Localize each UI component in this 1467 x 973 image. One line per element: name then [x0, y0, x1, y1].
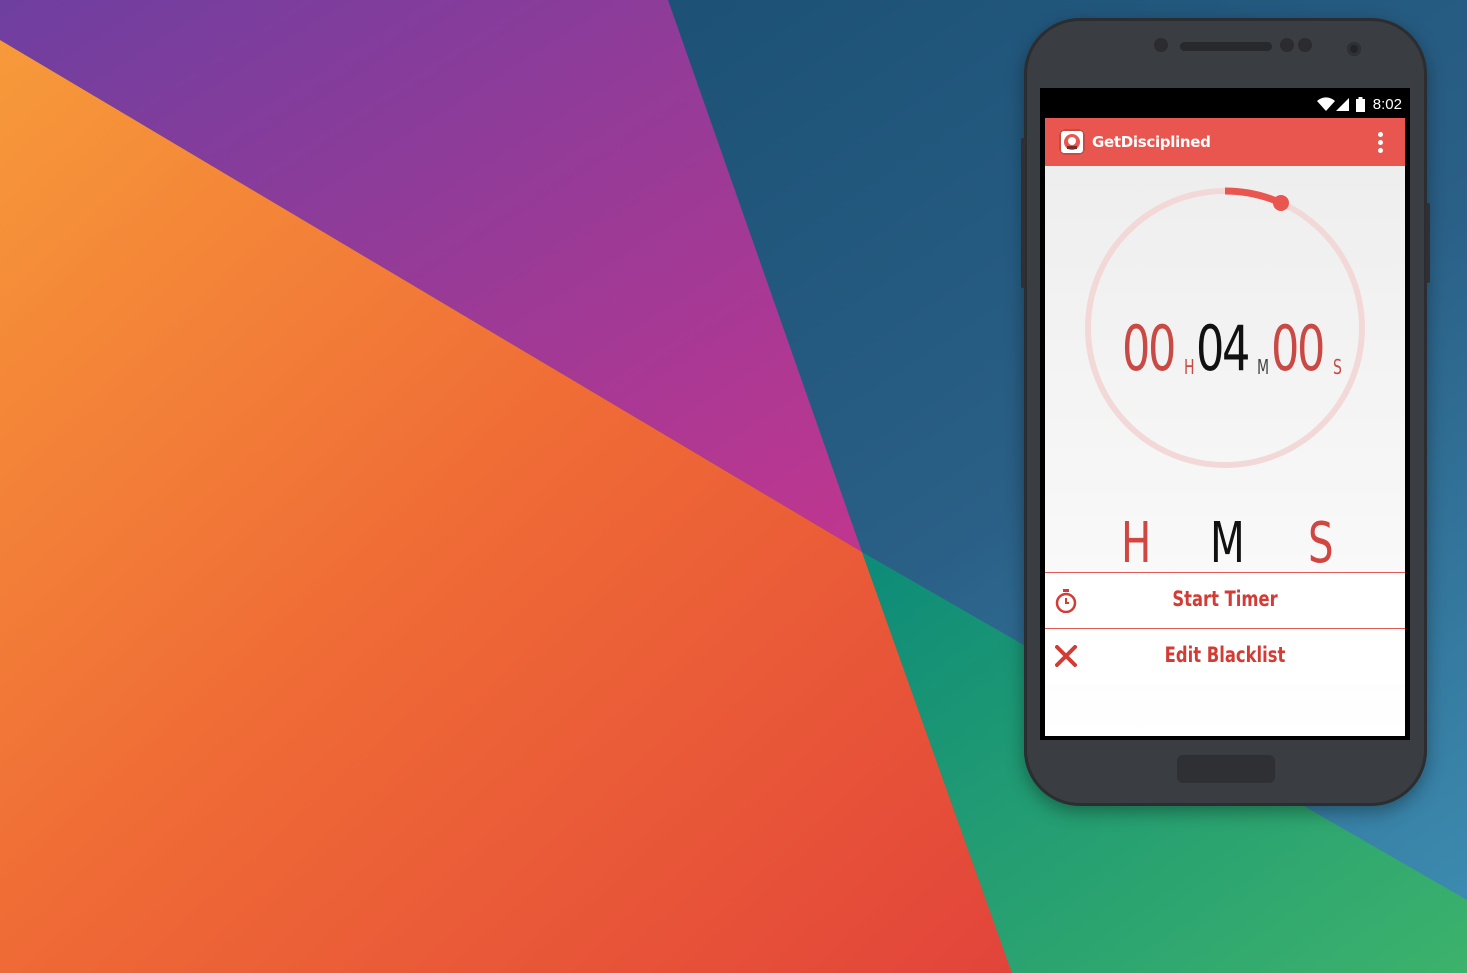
wifi-icon	[1317, 97, 1335, 111]
home-button[interactable]	[1177, 755, 1275, 783]
start-timer-button[interactable]: Start Timer	[1045, 572, 1405, 628]
unit-selector-minutes[interactable]: M	[1210, 516, 1245, 572]
minutes-value[interactable]: 04	[1196, 318, 1250, 380]
start-timer-label: Start Timer	[1172, 587, 1278, 611]
app-logo-icon[interactable]	[1059, 129, 1085, 155]
progress-ring-handle[interactable]	[1272, 194, 1289, 211]
edit-blacklist-button[interactable]: Edit Blacklist	[1045, 628, 1405, 684]
progress-ring-arc	[1224, 187, 1283, 207]
proximity-sensor	[1154, 38, 1168, 52]
seconds-value[interactable]: 00	[1271, 318, 1325, 380]
unit-selector-seconds[interactable]: S	[1308, 516, 1334, 572]
signal-icon	[1336, 98, 1349, 111]
app-title: GetDisciplined	[1092, 133, 1211, 151]
timer-screen: 00 H 04 M 00 S H M S Start Timer Edit Bl…	[1045, 166, 1405, 736]
time-display: 00 H 04 M 00 S	[1045, 318, 1405, 398]
overflow-menu-icon[interactable]	[1378, 132, 1383, 154]
edit-blacklist-label: Edit Blacklist	[1164, 643, 1286, 667]
action-bar: GetDisciplined	[1045, 118, 1405, 166]
status-bar: 8:02	[1040, 88, 1410, 118]
volume-button	[1021, 138, 1025, 288]
light-sensor-2	[1298, 38, 1312, 52]
hours-value[interactable]: 00	[1122, 318, 1176, 380]
front-camera	[1347, 42, 1361, 56]
seconds-unit: S	[1333, 355, 1342, 379]
screen: 8:02 GetDisciplined 00 H 04 M 00 S H M S…	[1040, 88, 1410, 740]
hours-unit: H	[1184, 355, 1195, 379]
earpiece	[1180, 42, 1272, 51]
light-sensor	[1280, 38, 1294, 52]
unit-selector-hours[interactable]: H	[1121, 516, 1151, 572]
battery-icon	[1356, 97, 1365, 112]
power-button	[1426, 203, 1430, 283]
status-time: 8:02	[1372, 96, 1402, 113]
minutes-unit: M	[1257, 355, 1270, 379]
phone-frame: 8:02 GetDisciplined 00 H 04 M 00 S H M S…	[1021, 18, 1430, 806]
